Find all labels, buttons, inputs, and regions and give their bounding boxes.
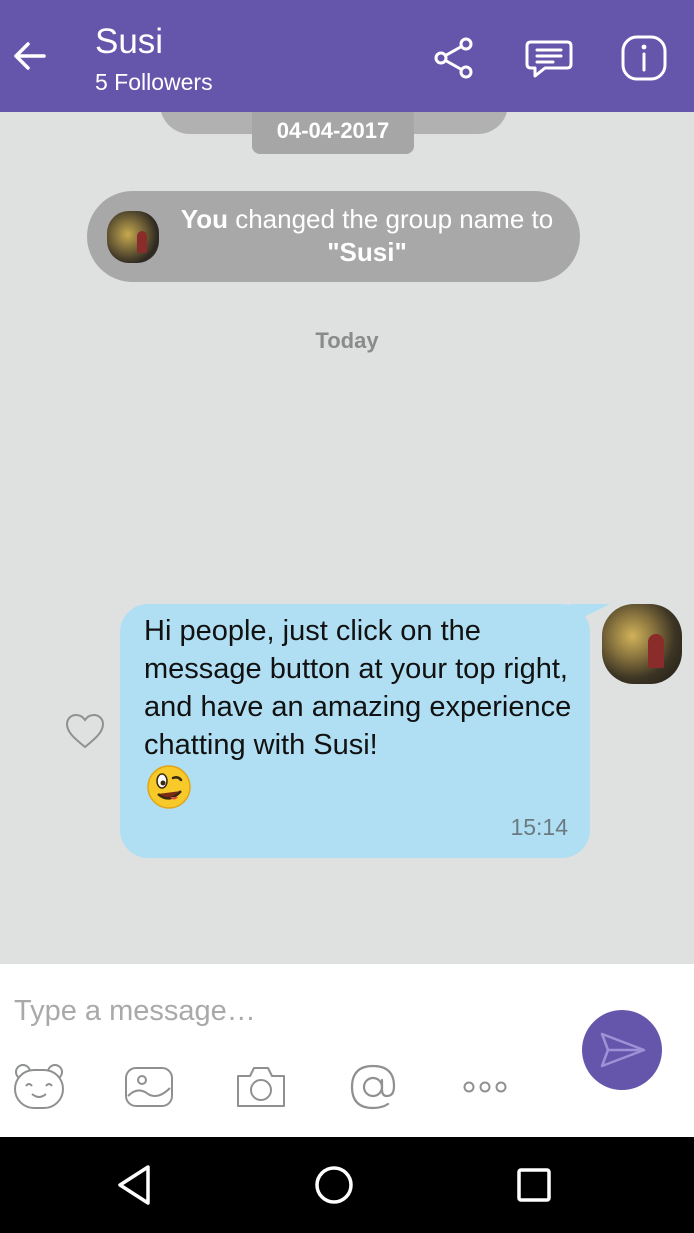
avatar-figure <box>137 230 148 253</box>
sender-avatar[interactable] <box>602 604 682 684</box>
chat-icon[interactable] <box>525 34 573 82</box>
message-input[interactable] <box>12 990 556 1032</box>
camera-icon[interactable] <box>234 1062 288 1112</box>
composer <box>0 964 694 1137</box>
more-icon[interactable] <box>458 1062 512 1112</box>
chat-title: Susi <box>95 22 164 61</box>
like-heart-icon[interactable] <box>64 712 106 750</box>
info-icon[interactable] <box>620 34 668 82</box>
avatar-figure <box>648 634 665 669</box>
back-arrow-icon[interactable] <box>10 36 50 76</box>
emoji-icon[interactable] <box>12 1062 66 1112</box>
nav-back-icon[interactable] <box>110 1161 158 1209</box>
winking-face-emoji-icon <box>147 765 191 809</box>
system-message-text: You changed the group name to "Susi" <box>177 203 557 269</box>
share-icon[interactable] <box>430 34 478 82</box>
nav-recents-icon[interactable] <box>510 1161 558 1209</box>
system-message-group-name: "Susi" <box>327 237 407 267</box>
mention-icon[interactable] <box>346 1062 400 1112</box>
followers-count: 5 Followers <box>95 69 213 95</box>
chat-area[interactable]: 04-04-2017 You changed the group name to… <box>0 112 694 964</box>
message-time: 15:14 <box>510 814 568 840</box>
message-bubble[interactable]: Hi people, just click on the message but… <box>120 604 590 858</box>
system-message-actor: You <box>180 204 228 234</box>
avatar[interactable] <box>107 211 159 263</box>
send-icon <box>600 1032 646 1068</box>
app-header: Susi 5 Followers <box>0 0 694 112</box>
date-pill: 04-04-2017 <box>252 112 414 154</box>
system-navigation-bar <box>0 1137 694 1233</box>
send-button[interactable] <box>582 1010 662 1090</box>
system-message-body: changed the group name to <box>227 204 554 234</box>
nav-home-icon[interactable] <box>310 1161 358 1209</box>
message-text: Hi people, just click on the message but… <box>144 615 572 761</box>
system-message: You changed the group name to "Susi" <box>87 191 580 282</box>
gallery-icon[interactable] <box>122 1062 176 1112</box>
day-label: Today <box>315 328 379 353</box>
